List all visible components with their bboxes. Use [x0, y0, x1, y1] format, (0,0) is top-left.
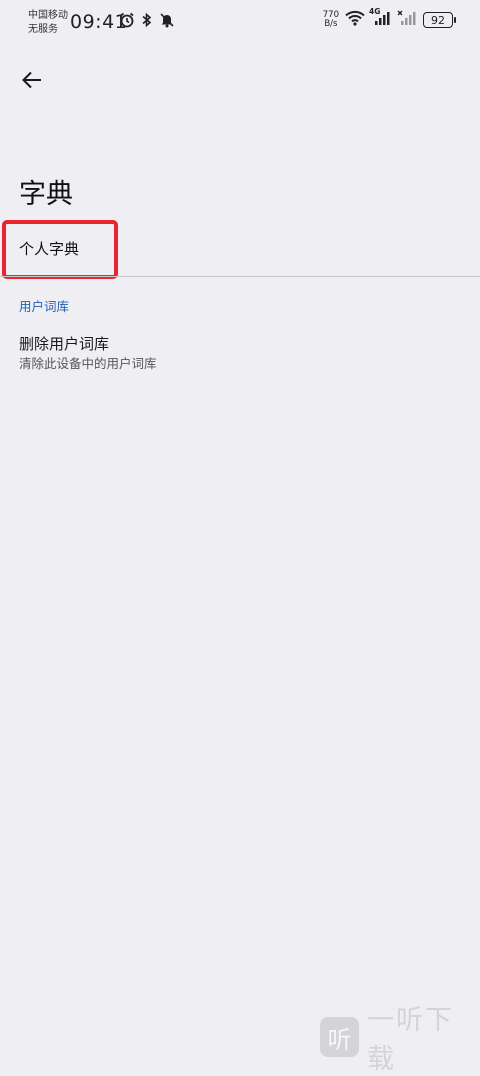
wifi-icon	[345, 10, 365, 30]
highlight-box	[2, 220, 118, 279]
carrier-status: 无服务	[28, 24, 58, 35]
bluetooth-icon	[141, 12, 153, 32]
back-button[interactable]	[14, 64, 50, 100]
delete-user-dictionary-item[interactable]: 删除用户词库 清除此设备中的用户词库	[0, 326, 480, 376]
battery-level: 92	[431, 13, 445, 27]
mute-icon	[159, 12, 175, 32]
watermark: 听 一听下载	[320, 998, 480, 1076]
watermark-text: 一听下载	[366, 1005, 454, 1075]
signal-icon: 4G	[369, 7, 391, 30]
carrier-name: 中国移动	[28, 10, 68, 21]
carrier-info: 中国移动 无服务	[28, 9, 68, 37]
net-speed-unit: B/s	[324, 19, 338, 29]
delete-user-dictionary-title: 删除用户词库	[19, 335, 110, 353]
battery-icon: 92	[423, 12, 456, 28]
page-title: 字典	[19, 179, 73, 210]
no-signal-icon	[397, 10, 417, 30]
divider	[0, 276, 480, 277]
status-bar: 中国移动 无服务 09:41 770 B/s 4G 92	[0, 0, 480, 48]
status-icons-left	[119, 12, 175, 32]
network-type-label: 4G	[369, 7, 381, 16]
watermark-logo: 听	[320, 1017, 359, 1057]
section-header-user-dictionary: 用户词库	[19, 299, 70, 314]
delete-user-dictionary-subtitle: 清除此设备中的用户词库	[19, 356, 157, 371]
status-icons-right: 770 B/s 4G 92	[323, 7, 456, 30]
back-arrow-icon	[21, 69, 43, 95]
alarm-icon	[119, 12, 135, 32]
net-speed: 770 B/s	[323, 11, 339, 29]
